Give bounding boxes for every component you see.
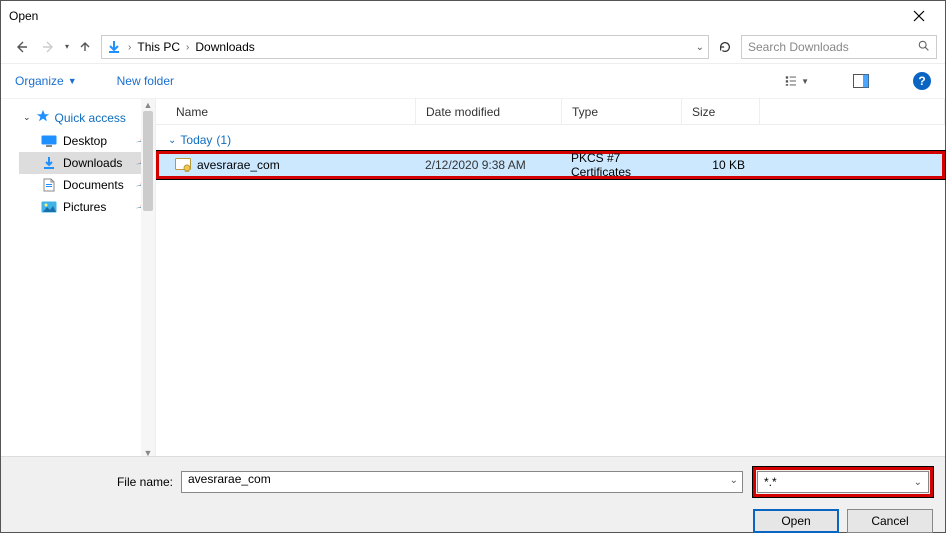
cancel-button-label: Cancel <box>871 514 908 528</box>
column-header-name[interactable]: Name <box>156 99 416 124</box>
sidebar-item-downloads[interactable]: Downloads 📌 <box>19 152 155 174</box>
filetype-filter[interactable]: *.* ⌄ <box>757 471 929 493</box>
organize-menu[interactable]: Organize ▼ <box>15 74 77 88</box>
sidebar-item-label: Documents <box>63 178 124 192</box>
quick-access-label: Quick access <box>55 111 126 125</box>
window-title: Open <box>9 9 38 23</box>
sidebar-item-label: Pictures <box>63 200 106 214</box>
close-button[interactable] <box>899 1 939 31</box>
highlight-annotation: *.* ⌄ <box>753 467 933 497</box>
chevron-right-icon: › <box>184 42 191 53</box>
new-folder-button[interactable]: New folder <box>117 74 174 88</box>
preview-pane-button[interactable] <box>849 69 873 93</box>
pictures-icon <box>41 199 57 215</box>
breadcrumb[interactable]: › This PC › Downloads ⌄ <box>101 35 709 59</box>
file-date: 2/12/2020 9:38 AM <box>415 158 561 172</box>
column-header-size[interactable]: Size <box>682 99 760 124</box>
desktop-icon <box>41 133 57 149</box>
caret-down-icon: ⌄ <box>23 112 31 123</box>
column-header-type[interactable]: Type <box>562 99 682 124</box>
open-button-label: Open <box>781 514 810 528</box>
certificate-icon <box>175 157 191 173</box>
file-row[interactable]: avesrarae_com 2/12/2020 9:38 AM PKCS #7 … <box>159 154 942 176</box>
nav-forward-button[interactable] <box>37 35 61 59</box>
file-name: avesrarae_com <box>197 158 280 172</box>
group-count: (1) <box>216 133 231 147</box>
star-icon <box>36 109 50 126</box>
chevron-down-icon[interactable]: ⌄ <box>730 475 738 486</box>
filename-label: File name: <box>13 475 175 489</box>
chevron-down-icon: ▼ <box>801 77 809 86</box>
caret-down-icon: ⌄ <box>168 135 176 146</box>
highlight-annotation: avesrarae_com 2/12/2020 9:38 AM PKCS #7 … <box>156 151 945 179</box>
column-headers: Name Date modified Type Size <box>156 99 945 125</box>
sidebar-item-pictures[interactable]: Pictures 📌 <box>19 196 155 218</box>
chevron-down-icon[interactable]: ⌄ <box>696 42 704 53</box>
group-header-today[interactable]: ⌄ Today (1) <box>156 125 945 151</box>
open-button[interactable]: Open <box>753 509 839 533</box>
sidebar-item-desktop[interactable]: Desktop 📌 <box>19 130 155 152</box>
navigation-tree: ⌄ Quick access Desktop 📌 Downloads 📌 <box>1 99 156 459</box>
organize-label: Organize <box>15 74 64 88</box>
sidebar-scrollbar[interactable]: ▲ ▼ <box>141 99 155 459</box>
sidebar-item-label: Downloads <box>63 156 122 170</box>
breadcrumb-leaf[interactable]: Downloads <box>195 40 254 54</box>
breadcrumb-root[interactable]: This PC <box>137 40 180 54</box>
search-input[interactable]: Search Downloads <box>741 35 937 59</box>
refresh-button[interactable] <box>713 35 737 59</box>
view-mode-button[interactable]: ▼ <box>785 69 809 93</box>
search-icon <box>917 39 930 55</box>
sidebar-item-label: Desktop <box>63 134 107 148</box>
column-header-date[interactable]: Date modified <box>416 99 562 124</box>
search-placeholder: Search Downloads <box>748 40 849 54</box>
scroll-up-icon[interactable]: ▲ <box>141 99 155 111</box>
nav-history-dropdown[interactable]: ▾ <box>65 43 69 51</box>
chevron-down-icon: ▼ <box>68 76 77 86</box>
chevron-down-icon[interactable]: ⌄ <box>914 477 922 488</box>
documents-icon <box>41 177 57 193</box>
sidebar-item-documents[interactable]: Documents 📌 <box>19 174 155 196</box>
chevron-right-icon: › <box>126 42 133 53</box>
group-label: Today <box>180 133 212 147</box>
filename-value: avesrarae_com <box>188 472 271 486</box>
downloads-icon <box>41 155 57 171</box>
nav-back-button[interactable] <box>9 35 33 59</box>
file-type: PKCS #7 Certificates <box>561 151 681 179</box>
downloads-location-icon <box>106 39 122 55</box>
filter-value: *.* <box>764 475 777 489</box>
sidebar-item-quick-access[interactable]: ⌄ Quick access <box>19 103 155 130</box>
filename-input[interactable]: avesrarae_com ⌄ <box>181 471 743 493</box>
cancel-button[interactable]: Cancel <box>847 509 933 533</box>
nav-up-button[interactable] <box>73 35 97 59</box>
file-size: 10 KB <box>681 158 755 172</box>
scroll-thumb[interactable] <box>143 111 153 211</box>
help-button[interactable]: ? <box>913 72 931 90</box>
